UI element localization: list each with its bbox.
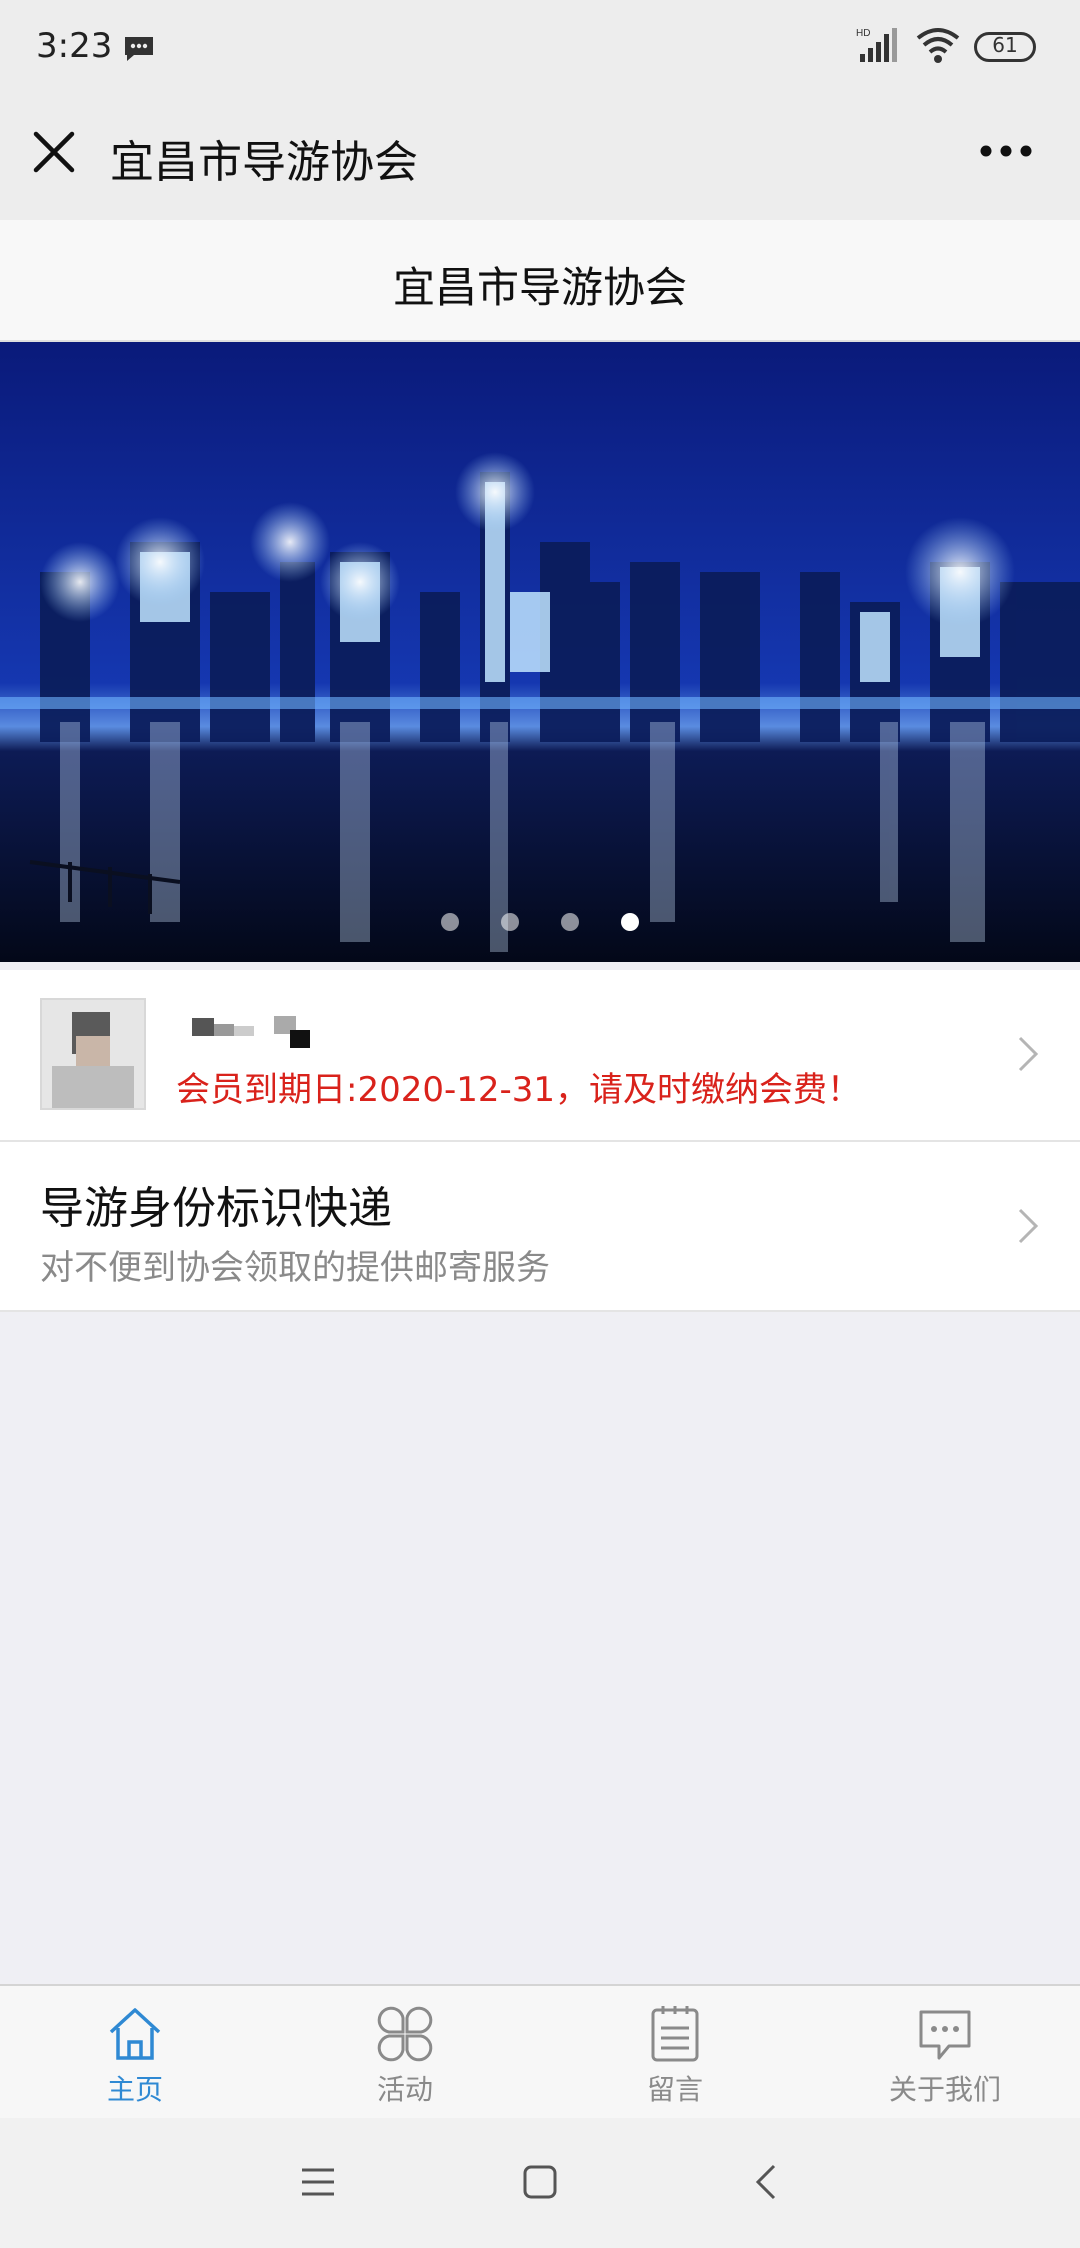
title-bar: 宜昌市导游协会 [0,96,1080,220]
home-icon [109,2008,161,2060]
status-time: 3:23 [36,26,113,66]
carousel-indicators [0,910,1080,934]
membership-expiry-notice: 会员到期日:2020-12-31，请及时缴纳会费！ [176,1070,862,1110]
wifi-icon [916,28,960,63]
tab-activities[interactable]: 活动 [270,1986,540,2120]
tab-label: 留言 [646,2073,703,2106]
tab-label: 关于我们 [888,2073,1001,2106]
tab-messages[interactable]: 留言 [540,1986,810,2120]
home-square-icon[interactable] [518,2160,562,2204]
close-button[interactable] [28,126,80,178]
tab-about-us[interactable]: 关于我们 [810,1986,1080,2120]
carousel-dot-active[interactable] [621,913,639,931]
carousel-dot[interactable] [441,913,459,931]
page-title: 宜昌市导游协会 [392,263,687,312]
bottom-tab-bar: 主页 活动 留言 关于我们 [0,1984,1080,2120]
clover-icon [377,2006,433,2062]
carousel-dot[interactable] [501,913,519,931]
tab-label: 活动 [376,2073,433,2106]
battery-indicator: 61 [974,32,1036,62]
chevron-right-icon [1018,1036,1039,1072]
battery-level: 61 [992,33,1018,57]
window-title: 宜昌市导游协会 [110,137,418,188]
city-night-photo [0,342,1080,962]
express-subtitle: 对不便到协会领取的提供邮寄服务 [40,1248,550,1288]
member-name-redacted [192,1016,310,1048]
svg-text:HD: HD [856,28,870,39]
member-info-card[interactable]: 会员到期日:2020-12-31，请及时缴纳会费！ [0,970,1080,1142]
tab-home[interactable]: 主页 [0,1986,270,2120]
status-bar: 3:23 HD 61 [0,0,1080,96]
banner-carousel[interactable] [0,342,1080,962]
message-notification-icon [125,37,153,61]
menu-icon[interactable] [296,2160,340,2204]
back-icon[interactable] [746,2160,790,2204]
system-navigation-bar [0,2118,1080,2248]
carousel-dot[interactable] [561,913,579,931]
page-header: 宜昌市导游协会 [0,220,1080,342]
express-title: 导游身份标识快递 [40,1183,392,1234]
guide-id-express-item[interactable]: 导游身份标识快递 对不便到协会领取的提供邮寄服务 [0,1142,1080,1312]
notepad-icon [651,2006,699,2062]
more-options-button[interactable] [976,136,1036,166]
chevron-right-icon [1018,1208,1039,1244]
tab-label: 主页 [106,2073,163,2106]
avatar [40,998,146,1110]
signal-icon: HD [856,28,897,62]
chat-bubble-icon [919,2010,971,2060]
